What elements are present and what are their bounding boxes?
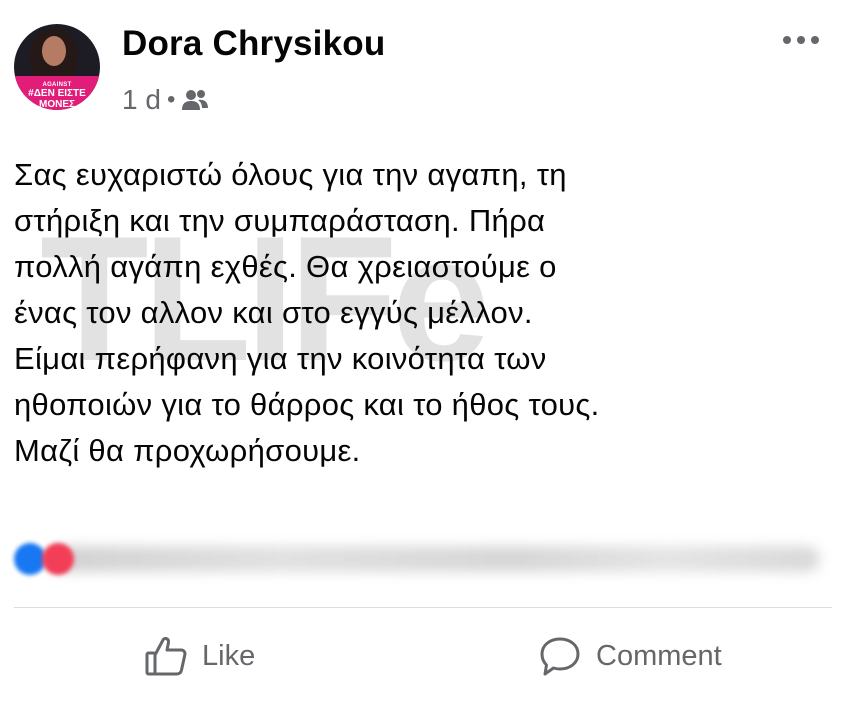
avatar-badge-main-text: #ΔΕΝ ΕΙΣΤΕ ΜΟΝΕΣ	[28, 88, 86, 110]
comment-label: Comment	[596, 639, 722, 672]
post-text-line: στήριξη και την συμπαράσταση. Πήρα	[14, 203, 546, 238]
post-text-line: Σας ευχαριστώ όλους για την αγαπη, τη	[14, 157, 567, 192]
blurred-reactors	[50, 546, 820, 572]
facebook-post: AGAINST #ΔΕΝ ΕΙΣΤΕ ΜΟΝΕΣ Dora Chrysikou …	[0, 0, 860, 704]
comment-icon	[540, 637, 580, 676]
avatar-face	[42, 36, 66, 66]
post-text-line: Μαζί θα προχωρήσουμε.	[14, 433, 361, 468]
avatar-badge-small-text: AGAINST	[42, 82, 72, 88]
avatar[interactable]: AGAINST #ΔΕΝ ΕΙΣΤΕ ΜΟΝΕΣ	[14, 24, 100, 110]
reactions-summary[interactable]	[10, 540, 836, 580]
post-text-line: πολλή αγάπη εχθές. Θα χρειαστούμε ο	[14, 249, 557, 284]
like-button[interactable]: Like	[144, 634, 255, 678]
thumbs-up-icon	[145, 637, 187, 676]
post-text-line: Είμαι περήφανη για την κοινότητα των	[14, 341, 547, 376]
author-name[interactable]: Dora Chrysikou	[122, 24, 385, 64]
divider	[14, 607, 832, 608]
comment-button[interactable]: Comment	[538, 634, 722, 678]
friends-icon[interactable]	[181, 88, 209, 112]
post-time[interactable]: 1 d	[122, 84, 161, 116]
like-label: Like	[202, 639, 256, 672]
post-text-line: ηθοποιών για το θάρρος και το ήθος τους.	[14, 387, 600, 422]
post-meta: 1 d •	[122, 84, 209, 116]
more-horizontal-icon[interactable]	[780, 30, 822, 50]
avatar-badge: AGAINST #ΔΕΝ ΕΙΣΤΕ ΜΟΝΕΣ	[14, 76, 100, 110]
meta-separator: •	[166, 86, 176, 113]
post-text-line: ένας τον αλλον και στο εγγύς μέλλον.	[14, 295, 533, 330]
post-text: Σας ευχαριστώ όλους για την αγαπη, τη στ…	[14, 152, 834, 474]
love-reaction-icon	[42, 543, 74, 575]
